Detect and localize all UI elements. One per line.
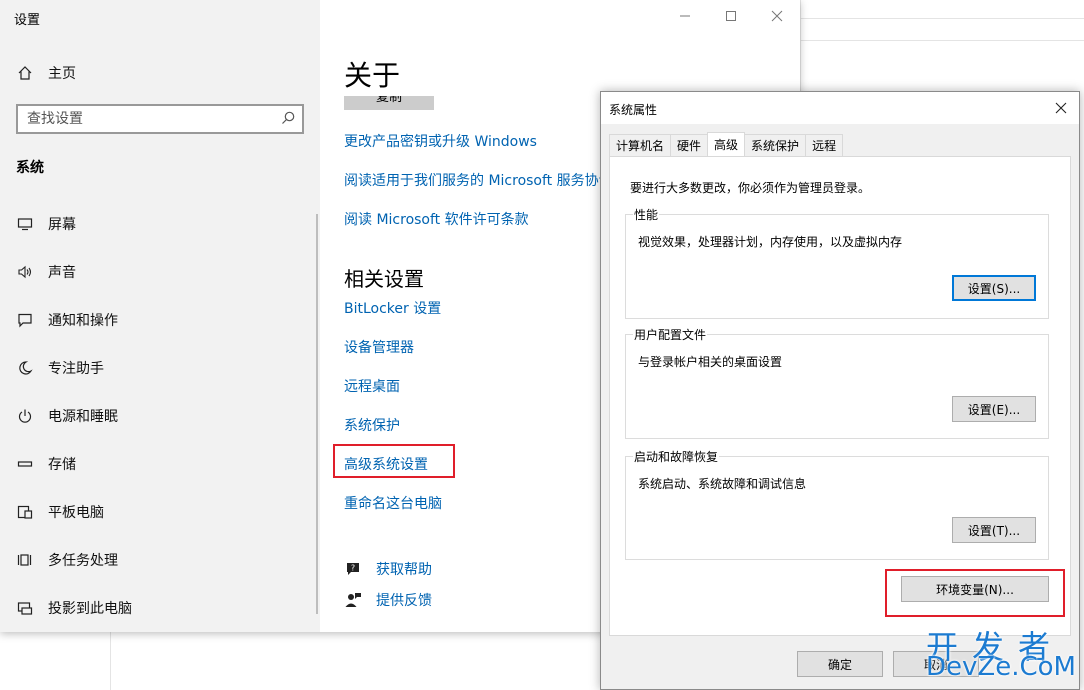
get-help-row[interactable]: ? 获取帮助 — [344, 559, 432, 579]
rename-pc-link[interactable]: 重命名这台电脑 — [344, 493, 442, 513]
related-settings-title: 相关设置 — [344, 267, 424, 291]
sidebar-item-label: 通知和操作 — [48, 313, 118, 329]
sidebar-item-display[interactable]: 屏幕 — [0, 204, 320, 244]
sidebar-item-label: 电源和睡眠 — [48, 409, 118, 425]
copy-button[interactable]: 复制 — [344, 96, 434, 110]
power-icon — [15, 406, 35, 426]
project-icon — [15, 598, 35, 618]
startup-recovery-settings-button[interactable]: 设置(T)... — [952, 517, 1036, 543]
section-title: 系统 — [16, 160, 44, 176]
dialog-titlebar[interactable]: 系统属性 — [601, 92, 1079, 124]
startup-recovery-group: 启动和故障恢复 系统启动、系统故障和调试信息 设置(T)... — [625, 448, 1049, 560]
watermark-logo: 开发者 DevZe.CoM — [926, 622, 1082, 688]
remote-desktop-link[interactable]: 远程桌面 — [344, 376, 400, 396]
system-properties-dialog: 系统属性 计算机名 硬件 高级 系统保护 远程 要进行大多数更改，你必须作为管理… — [600, 91, 1080, 690]
background-divider — [110, 632, 111, 690]
settings-sidebar: 设置 主页 系统 屏幕 声音 — [0, 0, 320, 632]
sidebar-item-focus-assist[interactable]: 专注助手 — [0, 348, 320, 388]
feedback-row[interactable]: 提供反馈 — [344, 590, 432, 610]
sidebar-item-label: 声音 — [48, 265, 76, 281]
search-icon[interactable] — [280, 110, 296, 126]
maximize-button[interactable] — [720, 6, 742, 26]
get-help-link[interactable]: 获取帮助 — [376, 559, 432, 579]
bitlocker-link[interactable]: BitLocker 设置 — [344, 298, 441, 318]
sidebar-item-sound[interactable]: 声音 — [0, 252, 320, 292]
group-label: 用户配置文件 — [633, 326, 708, 343]
sidebar-item-label: 存储 — [48, 457, 76, 473]
performance-settings-button[interactable]: 设置(S)... — [952, 275, 1036, 301]
user-profiles-settings-button[interactable]: 设置(E)... — [952, 396, 1036, 422]
highlight-box — [885, 569, 1065, 617]
sidebar-item-power[interactable]: 电源和睡眠 — [0, 396, 320, 436]
sidebar-item-label: 专注助手 — [48, 361, 104, 377]
change-product-key-link[interactable]: 更改产品密钥或升级 Windows — [344, 131, 537, 151]
service-agreement-link[interactable]: 阅读适用于我们服务的 Microsoft 服务协议 — [344, 170, 613, 190]
sidebar-item-label: 多任务处理 — [48, 553, 118, 569]
tab-system-protection[interactable]: 系统保护 — [744, 134, 807, 156]
close-button[interactable] — [766, 6, 788, 26]
highlight-box — [333, 444, 455, 478]
tab-computer-name[interactable]: 计算机名 — [609, 134, 672, 156]
monitor-icon — [15, 214, 35, 234]
sidebar-item-multitasking[interactable]: 多任务处理 — [0, 540, 320, 580]
performance-group: 性能 视觉效果，处理器计划，内存使用，以及虚拟内存 设置(S)... — [625, 206, 1049, 319]
sidebar-item-label: 屏幕 — [48, 217, 76, 233]
group-description: 系统启动、系统故障和调试信息 — [638, 477, 807, 491]
feedback-icon — [344, 591, 362, 609]
sidebar-item-tablet[interactable]: 平板电脑 — [0, 492, 320, 532]
sidebar-item-storage[interactable]: 存储 — [0, 444, 320, 484]
admin-note: 要进行大多数更改，你必须作为管理员登录。 — [630, 181, 871, 195]
system-protection-link[interactable]: 系统保护 — [344, 415, 400, 435]
user-profiles-group: 用户配置文件 与登录帐户相关的桌面设置 设置(E)... — [625, 326, 1049, 439]
advanced-tab-panel: 要进行大多数更改，你必须作为管理员登录。 性能 视觉效果，处理器计划，内存使用，… — [609, 156, 1071, 636]
sidebar-item-notifications[interactable]: 通知和操作 — [0, 300, 320, 340]
tablet-icon — [15, 502, 35, 522]
sidebar-item-label: 主页 — [48, 66, 76, 82]
search-input[interactable] — [18, 106, 268, 132]
page-title: 关于 — [344, 59, 401, 92]
dialog-close-button[interactable] — [1051, 98, 1071, 118]
background-divider — [800, 18, 1084, 19]
sidebar-item-label: 投影到此电脑 — [48, 601, 132, 617]
license-terms-link[interactable]: 阅读 Microsoft 软件许可条款 — [344, 209, 529, 229]
storage-icon — [15, 454, 35, 474]
multitask-icon — [15, 550, 35, 570]
background-divider — [800, 40, 1084, 41]
dialog-tabs: 计算机名 硬件 高级 系统保护 远程 — [609, 132, 844, 156]
dialog-title: 系统属性 — [609, 103, 658, 117]
tab-advanced[interactable]: 高级 — [707, 132, 746, 156]
svg-text:?: ? — [351, 564, 355, 573]
watermark-bottom: DevZe.CoM — [926, 652, 1076, 682]
group-description: 视觉效果，处理器计划，内存使用，以及虚拟内存 — [638, 235, 903, 249]
feedback-link[interactable]: 提供反馈 — [376, 590, 432, 610]
tab-hardware[interactable]: 硬件 — [670, 134, 709, 156]
ok-button[interactable]: 确定 — [797, 651, 883, 677]
help-icon: ? — [344, 560, 362, 578]
sidebar-item-project[interactable]: 投影到此电脑 — [0, 588, 320, 628]
sidebar-item-home[interactable]: 主页 — [0, 53, 320, 93]
group-label: 启动和故障恢复 — [633, 448, 720, 465]
minimize-button[interactable] — [674, 6, 696, 26]
group-description: 与登录帐户相关的桌面设置 — [638, 355, 783, 369]
tab-remote[interactable]: 远程 — [805, 134, 844, 156]
sidebar-item-label: 平板电脑 — [48, 505, 104, 521]
device-manager-link[interactable]: 设备管理器 — [344, 337, 414, 357]
search-box[interactable] — [16, 104, 304, 134]
group-label: 性能 — [633, 206, 660, 223]
home-icon — [15, 63, 35, 83]
speaker-icon — [15, 262, 35, 282]
notification-icon — [15, 310, 35, 330]
window-title: 设置 — [14, 13, 41, 28]
moon-icon — [15, 358, 35, 378]
sidebar-scrollbar[interactable] — [316, 214, 318, 614]
